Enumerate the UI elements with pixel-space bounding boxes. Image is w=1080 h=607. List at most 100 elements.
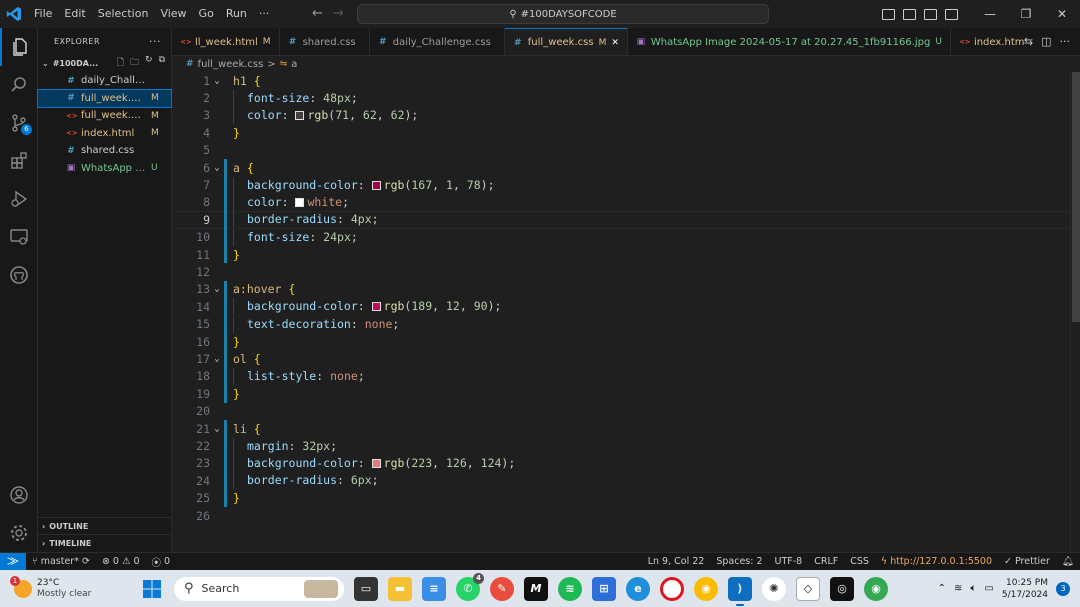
- opera-icon[interactable]: [660, 576, 684, 601]
- indentation[interactable]: Spaces: 2: [710, 556, 768, 567]
- menu-go[interactable]: Go: [193, 0, 220, 28]
- outline-section[interactable]: › OUTLINE: [38, 517, 172, 534]
- remote-indicator-icon[interactable]: ⨠: [0, 552, 26, 571]
- volume-icon[interactable]: 🔈︎: [970, 583, 976, 594]
- forward-arrow-icon[interactable]: →: [333, 6, 344, 21]
- menu-edit[interactable]: Edit: [58, 0, 91, 28]
- collapse-all-icon[interactable]: ⧉: [159, 55, 165, 71]
- battery-icon[interactable]: ▭: [984, 583, 993, 594]
- paint-icon[interactable]: ✎: [490, 576, 514, 601]
- notifications-bell-icon[interactable]: 🔔︎: [1056, 556, 1080, 567]
- prettier-button[interactable]: ✓ Prettier: [998, 556, 1056, 567]
- taskbar-search[interactable]: ⚲ Search: [174, 576, 344, 601]
- color-swatch[interactable]: [371, 458, 381, 468]
- line-ending[interactable]: CRLF: [808, 556, 844, 567]
- chevron-up-icon[interactable]: ⌃: [938, 583, 946, 594]
- toggle-secondary-sidebar-icon[interactable]: [924, 8, 937, 20]
- branch-indicator[interactable]: ⑂ master* ⟳: [26, 556, 96, 567]
- settings-gear-icon[interactable]: [0, 514, 38, 552]
- close-button[interactable]: ✕: [1044, 7, 1080, 21]
- more-actions-icon[interactable]: ···: [1060, 35, 1071, 48]
- editor-tab[interactable]: ▣ WhatsApp Image 2024-05-17 at 20.27.45_1…: [628, 28, 951, 55]
- search-icon[interactable]: [0, 66, 38, 104]
- split-editor-icon[interactable]: ◫: [1041, 35, 1051, 48]
- file-tree-item[interactable]: ▣ WhatsApp I... U: [38, 160, 171, 178]
- chatgpt-icon[interactable]: ✺: [762, 576, 786, 601]
- spotify-icon[interactable]: ≋: [558, 576, 582, 601]
- fold-chevron-icon[interactable]: ⌄: [210, 424, 224, 434]
- menu-selection[interactable]: Selection: [92, 0, 155, 28]
- extensions-icon[interactable]: [0, 142, 38, 180]
- windows-start-icon[interactable]: [140, 577, 164, 601]
- run-debug-icon[interactable]: [0, 180, 38, 218]
- github-icon[interactable]: [0, 256, 38, 294]
- wifi-icon[interactable]: ≋: [954, 583, 962, 594]
- menu-more[interactable]: ···: [253, 0, 276, 28]
- file-tree-item[interactable]: <> index.html M: [38, 125, 171, 143]
- clock[interactable]: 10:25 PM 5/17/2024: [1002, 577, 1048, 601]
- file-tree-item[interactable]: <> full_week.ht... M: [38, 107, 171, 125]
- fold-chevron-icon[interactable]: ⌄: [210, 163, 224, 173]
- editor-tab[interactable]: # full_week.css M ✕: [504, 28, 628, 55]
- refresh-icon[interactable]: ↻: [145, 55, 153, 71]
- file-tree-item[interactable]: # full_week.css M: [37, 88, 172, 108]
- editor-tab[interactable]: <> ll_week.html M: [172, 28, 280, 55]
- m-app-icon[interactable]: M: [524, 576, 548, 601]
- color-swatch[interactable]: [295, 110, 305, 120]
- edge-icon[interactable]: e: [626, 576, 650, 601]
- vscode-taskbar-icon[interactable]: ⟩: [728, 576, 752, 606]
- color-swatch[interactable]: [295, 197, 305, 207]
- encoding[interactable]: UTF-8: [769, 556, 809, 567]
- codepen-icon[interactable]: ◇: [796, 576, 820, 601]
- color-swatch[interactable]: [371, 180, 381, 190]
- menu-view[interactable]: View: [154, 0, 192, 28]
- open-changes-icon[interactable]: ⇆: [1024, 35, 1033, 48]
- weather-widget[interactable]: 1 23°C Mostly clear: [0, 575, 140, 600]
- breadcrumb-symbol[interactable]: a: [291, 59, 297, 70]
- menu-run[interactable]: Run: [220, 0, 253, 28]
- whatsapp-icon[interactable]: ✆ 4: [456, 572, 484, 601]
- github-desktop-icon[interactable]: ◎: [830, 576, 854, 601]
- new-folder-icon[interactable]: 🗀: [130, 55, 139, 71]
- editor-tab[interactable]: <>index.htmlM: [951, 28, 1024, 55]
- chrome-profile-icon[interactable]: ◉: [864, 576, 888, 601]
- workspace-folder[interactable]: ⌄ #100DA... 🗋 🗀 ↻ ⧉: [38, 54, 171, 72]
- live-server-button[interactable]: ϟ http://127.0.0.1:5500: [875, 556, 998, 567]
- source-control-icon[interactable]: 6: [0, 104, 38, 142]
- account-icon[interactable]: [0, 476, 38, 514]
- back-arrow-icon[interactable]: ←: [312, 6, 323, 21]
- menu-file[interactable]: File: [28, 0, 58, 28]
- chrome-icon[interactable]: ◉: [694, 576, 718, 601]
- notepad-icon[interactable]: ≡: [422, 576, 446, 601]
- cursor-position[interactable]: Ln 9, Col 22: [642, 556, 711, 567]
- scrollbar-thumb[interactable]: [1072, 72, 1080, 322]
- editor-tab[interactable]: # shared.css: [280, 28, 370, 55]
- remote-explorer-icon[interactable]: [0, 218, 38, 256]
- timeline-section[interactable]: › TIMELINE: [38, 534, 172, 551]
- explorer-icon[interactable]: [0, 28, 38, 66]
- toggle-primary-sidebar-icon[interactable]: [882, 8, 895, 20]
- file-tree-item[interactable]: # shared.css: [38, 142, 171, 160]
- toggle-panel-icon[interactable]: [903, 8, 916, 20]
- task-view-icon[interactable]: ▭: [354, 576, 378, 601]
- new-file-icon[interactable]: 🗋: [117, 55, 124, 71]
- minimize-button[interactable]: —: [972, 7, 1008, 21]
- customize-layout-icon[interactable]: [945, 8, 958, 20]
- command-center-search[interactable]: ⚲ #100DAYSOFCODE: [357, 4, 769, 24]
- microsoft-store-icon[interactable]: ⊞: [592, 576, 616, 601]
- problems-indicator[interactable]: ⊗ 0 ⚠ 0: [96, 556, 146, 567]
- color-swatch[interactable]: [371, 302, 381, 312]
- maximize-button[interactable]: ❐: [1008, 7, 1044, 21]
- file-explorer-icon[interactable]: ▬: [388, 576, 412, 601]
- language-mode[interactable]: CSS: [844, 556, 875, 567]
- editor-tab[interactable]: # daily_Challenge.css: [370, 28, 505, 55]
- file-tree-item[interactable]: # daily_Challenge.css: [38, 72, 171, 90]
- explorer-more-actions-icon[interactable]: ···: [149, 35, 161, 48]
- editor-scrollbar[interactable]: [1070, 72, 1080, 552]
- fold-chevron-icon[interactable]: ⌄: [210, 354, 224, 364]
- close-tab-icon[interactable]: ✕: [611, 38, 619, 48]
- code-editor[interactable]: 1 ⌄ h1 {2 font-size: 48px; 3 color: rgb(71, 6…: [172, 72, 1070, 552]
- breadcrumb-file[interactable]: full_week.css: [198, 59, 264, 70]
- notification-badge[interactable]: 3: [1056, 581, 1070, 596]
- fold-chevron-icon[interactable]: ⌄: [210, 76, 224, 86]
